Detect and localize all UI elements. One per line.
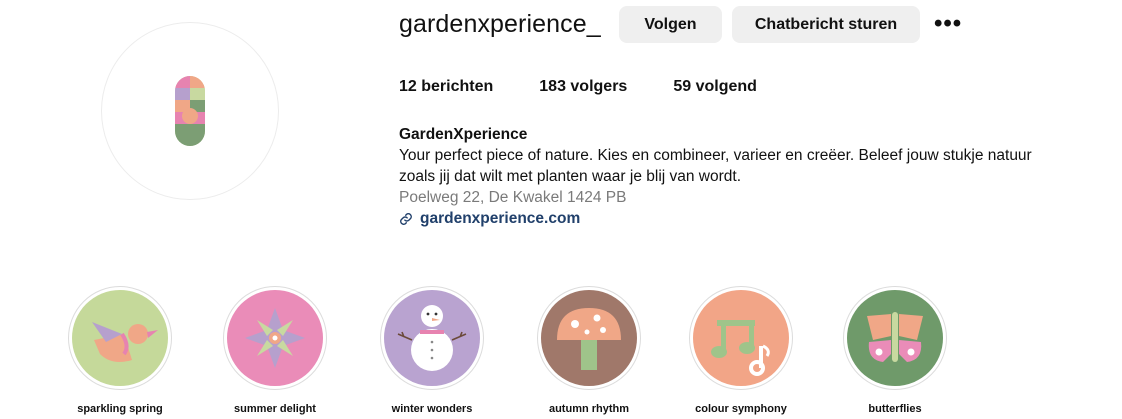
- highlight-cover[interactable]: [68, 286, 172, 390]
- message-button[interactable]: Chatbericht sturen: [732, 6, 920, 43]
- highlight-label: autumn rhythm: [548, 403, 630, 415]
- music-note-icon: [711, 320, 770, 376]
- story-highlight[interactable]: colour symphony: [688, 286, 794, 415]
- highlight-cover-inner: [847, 290, 943, 386]
- highlight-cover[interactable]: [380, 286, 484, 390]
- highlight-label: sparkling spring: [77, 403, 163, 415]
- highlight-label: summer delight: [234, 403, 316, 415]
- profile-link-text[interactable]: gardenxperience.com: [420, 208, 580, 229]
- story-highlight[interactable]: winter wonders: [379, 286, 485, 415]
- more-options-icon[interactable]: •••: [934, 10, 962, 38]
- bio-line-1: Your perfect piece of nature. Kies en co…: [399, 147, 1032, 164]
- story-highlight[interactable]: autumn rhythm: [536, 286, 642, 415]
- profile-link[interactable]: gardenxperience.com: [399, 208, 1114, 229]
- highlight-label: colour symphony: [695, 403, 787, 415]
- flower-icon: [245, 308, 305, 368]
- profile-avatar[interactable]: [101, 22, 279, 200]
- striped-pill-logo-icon: [175, 76, 205, 146]
- highlight-cover-inner: [384, 290, 480, 386]
- profile-display-name: GardenXperience: [399, 126, 528, 143]
- story-highlight[interactable]: summer delight: [222, 286, 328, 415]
- followers-count[interactable]: 183 volgers: [539, 78, 627, 96]
- bio-line-2: zoals jij dat wilt met planten waar je b…: [399, 168, 742, 185]
- following-count[interactable]: 59 volgend: [673, 78, 757, 96]
- link-icon: [400, 212, 412, 225]
- butterfly-icon: [867, 312, 923, 362]
- profile-username: gardenxperience_: [399, 10, 601, 38]
- story-highlight[interactable]: sparkling spring: [67, 286, 173, 415]
- mushroom-icon: [557, 308, 621, 370]
- follow-button[interactable]: Volgen: [619, 6, 722, 43]
- snowman-icon: [397, 305, 467, 371]
- highlight-cover-inner: [72, 290, 168, 386]
- highlight-cover[interactable]: [537, 286, 641, 390]
- profile-bio: GardenXperience Your perfect piece of na…: [399, 124, 1114, 229]
- highlight-cover[interactable]: [223, 286, 327, 390]
- highlight-cover-inner: [693, 290, 789, 386]
- highlight-label: winter wonders: [391, 403, 473, 415]
- highlight-label: butterflies: [868, 403, 922, 415]
- highlight-cover-inner: [541, 290, 637, 386]
- profile-address: Poelweg 22, De Kwakel 1424 PB: [399, 189, 627, 206]
- bird-icon: [92, 322, 158, 362]
- highlight-cover-inner: [227, 290, 323, 386]
- highlight-cover[interactable]: [843, 286, 947, 390]
- highlight-cover[interactable]: [689, 286, 793, 390]
- profile-stats: 12 berichten 183 volgers 59 volgend: [399, 78, 803, 96]
- posts-count: 12 berichten: [399, 78, 494, 95]
- story-highlight[interactable]: butterflies: [842, 286, 948, 415]
